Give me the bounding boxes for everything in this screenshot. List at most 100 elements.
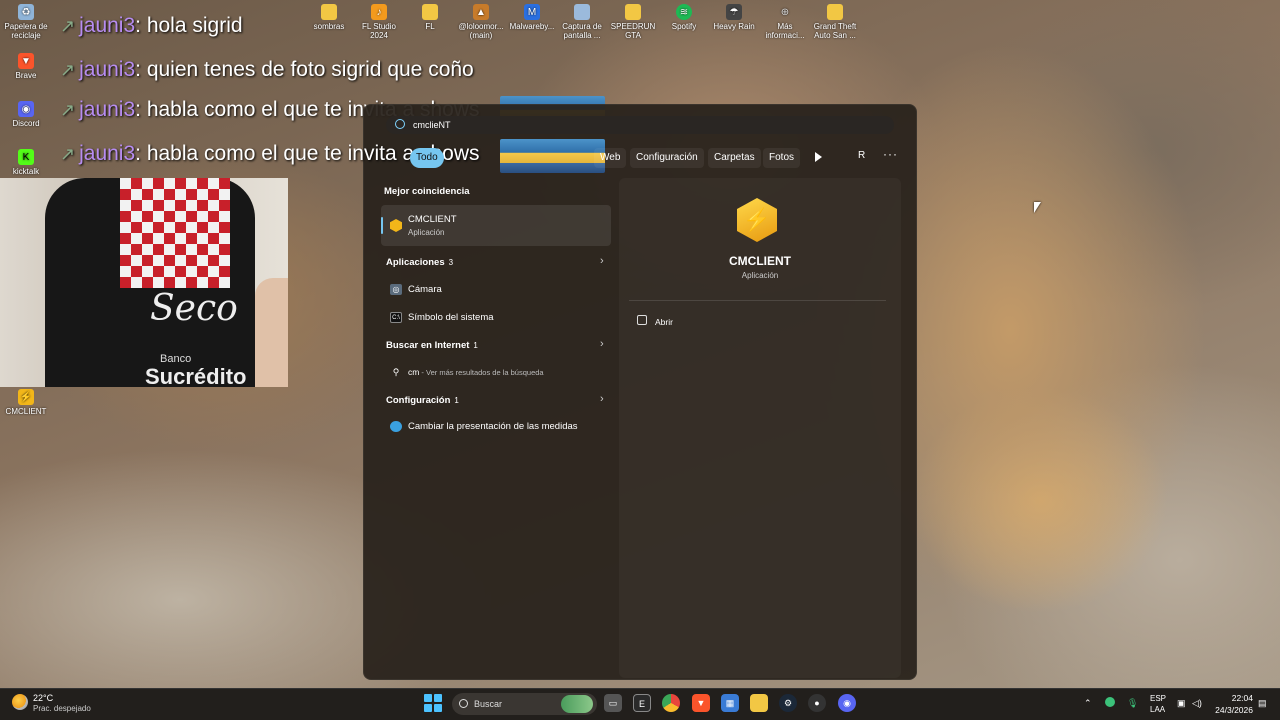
more-options-icon[interactable]: ···	[883, 147, 898, 161]
webcam-feed: Seco Banco Sucrédito	[0, 178, 288, 387]
chat-badge-icon: ↗	[60, 16, 76, 36]
search-icon	[459, 699, 468, 708]
task-view-icon[interactable]: ▭	[604, 694, 622, 712]
weather-icon[interactable]	[12, 694, 28, 710]
chevron-right-icon[interactable]: ›	[600, 393, 604, 405]
cmclient-icon: ⚡	[18, 389, 34, 405]
chat-badge-icon: ↗	[60, 144, 76, 164]
github-icon[interactable]: ●	[808, 694, 826, 712]
tray-overflow-icon[interactable]: ⌃	[1084, 698, 1092, 709]
keyboard-layout[interactable]: LAA	[1150, 705, 1165, 714]
arm	[255, 278, 288, 387]
result-detail-pane	[619, 178, 901, 678]
heavy-rain-icon: ☂	[726, 4, 742, 20]
folder-icon	[625, 4, 641, 20]
desktop-icon-loloomor[interactable]: ▲ @loloomor... (main)	[455, 4, 507, 40]
store-icon[interactable]: ▦	[721, 694, 739, 712]
chevron-right-icon[interactable]: ›	[600, 338, 604, 350]
camera-icon: ◎	[390, 284, 402, 295]
desktop-icon-discord[interactable]: ◉ Discord	[0, 101, 52, 128]
recycle-bin-icon: ♻	[18, 4, 34, 20]
start-button[interactable]	[424, 694, 442, 712]
brave-icon[interactable]: ▼	[692, 694, 710, 712]
epic-games-icon[interactable]: E	[633, 694, 651, 712]
notification-icon[interactable]: ▤	[1258, 698, 1267, 709]
desktop-icon-gta-san[interactable]: Grand Theft Auto San ...	[809, 4, 861, 40]
chat-badge-icon: ↗	[60, 60, 76, 80]
network-icon[interactable]: ▣	[1177, 698, 1186, 709]
desktop-icon-recycle-bin[interactable]: ♻ Papelera de reciclaje	[0, 4, 52, 40]
folder-icon	[827, 4, 843, 20]
discord-icon[interactable]: ◉	[838, 694, 856, 712]
result-web-search[interactable]: cm - Ver más resultados de la búsqueda	[408, 367, 544, 377]
taskbar-search-label: Buscar	[474, 699, 503, 709]
desktop-icon-mas-informacion[interactable]: ⊕ Más informaci...	[759, 4, 811, 40]
desktop-icon-malwarebytes[interactable]: M Malwareby...	[506, 4, 558, 31]
result-measurement-settings[interactable]: Cambiar la presentación de las medidas	[408, 421, 578, 432]
chrome-icon[interactable]	[662, 694, 680, 712]
command-prompt-icon: C:\	[390, 312, 402, 323]
globe-settings-icon	[390, 421, 402, 432]
desktop-icon-sombras[interactable]: sombras	[303, 4, 355, 31]
fl-studio-icon: ♪	[371, 4, 387, 20]
search-icon	[395, 119, 405, 129]
kicktalk-icon: K	[18, 149, 34, 165]
malwarebytes-icon: M	[524, 4, 540, 20]
steam-icon[interactable]: ⚙	[779, 694, 797, 712]
desktop-icon-kicktalk[interactable]: K kicktalk	[0, 149, 52, 176]
desktop-icon-fl[interactable]: FL	[404, 4, 456, 31]
filter-settings[interactable]: Configuración	[630, 148, 704, 168]
desktop-icon-cmclient[interactable]: ⚡ CMCLIENT	[0, 389, 52, 416]
apps-section-heading[interactable]: Aplicaciones 3	[386, 257, 453, 268]
user-avatar[interactable]: R	[858, 150, 865, 161]
open-button[interactable]: Abrir	[655, 317, 673, 327]
desktop-icon-speedrun-gta[interactable]: SPEEDRUN GTA	[607, 4, 659, 40]
result-camera[interactable]: Cámara	[408, 284, 442, 295]
search-icon: ⚲	[392, 367, 400, 377]
filter-folders[interactable]: Carpetas	[708, 148, 761, 168]
status-dot-icon[interactable]	[1105, 697, 1115, 707]
web-section-heading[interactable]: Buscar en Internet 1	[386, 340, 478, 351]
jersey-pattern	[120, 178, 230, 288]
folder-icon	[321, 4, 337, 20]
desktop-icon-captura[interactable]: Captura de pantalla ...	[556, 4, 608, 40]
desktop-icon-spotify[interactable]: ≋ Spotify	[658, 4, 710, 31]
keyboard-language[interactable]: ESP	[1150, 694, 1166, 703]
jersey-sponsor: Sucrédito	[145, 364, 247, 387]
volume-icon[interactable]: ◁)	[1192, 698, 1202, 709]
detail-app-name: CMCLIENT	[729, 254, 791, 268]
weather-temperature[interactable]: 22°C	[33, 693, 53, 703]
brave-icon: ▼	[18, 53, 34, 69]
filter-all[interactable]: Todo	[410, 148, 444, 168]
open-icon	[637, 315, 647, 325]
chevron-right-icon[interactable]: ›	[600, 255, 604, 267]
clock-time[interactable]: 22:04	[1213, 693, 1253, 703]
folder-icon	[422, 4, 438, 20]
selection-indicator	[381, 217, 383, 234]
best-match-result[interactable]	[381, 205, 611, 246]
best-match-name: CMCLIENT	[408, 214, 457, 225]
chat-emote	[500, 139, 605, 173]
discord-icon: ◉	[18, 101, 34, 117]
desktop-icon-heavy-rain[interactable]: ☂ Heavy Rain	[708, 4, 760, 31]
divider	[629, 300, 886, 301]
more-filters-icon[interactable]	[815, 152, 822, 162]
desktop-icon-fl-studio[interactable]: ♪ FL Studio 2024	[353, 4, 405, 40]
settings-section-heading[interactable]: Configuración 1	[386, 395, 459, 406]
search-query: cmclieNT	[413, 120, 451, 130]
mouse-cursor-icon	[1034, 202, 1041, 213]
filter-photos[interactable]: Fotos	[763, 148, 801, 168]
search-input[interactable]	[386, 116, 894, 134]
filter-web[interactable]: Web	[594, 148, 627, 168]
search-highlight-icon	[561, 695, 593, 713]
detail-app-type: Aplicación	[741, 271, 779, 280]
chat-message: ↗ jauni3: quien tenes de foto sigrid que …	[60, 58, 474, 81]
desktop-icon-brave[interactable]: ▼ Brave	[0, 53, 52, 80]
weather-description[interactable]: Prac. despejado	[33, 704, 91, 713]
file-explorer-icon[interactable]	[750, 694, 768, 712]
info-icon: ⊕	[780, 6, 790, 18]
clock-date[interactable]: 24/3/2026	[1209, 705, 1253, 715]
chat-message: ↗ jauni3: hola sigrid	[60, 14, 243, 37]
microphone-icon[interactable]: 🎙	[1127, 698, 1138, 709]
result-command-prompt[interactable]: Símbolo del sistema	[408, 312, 494, 323]
